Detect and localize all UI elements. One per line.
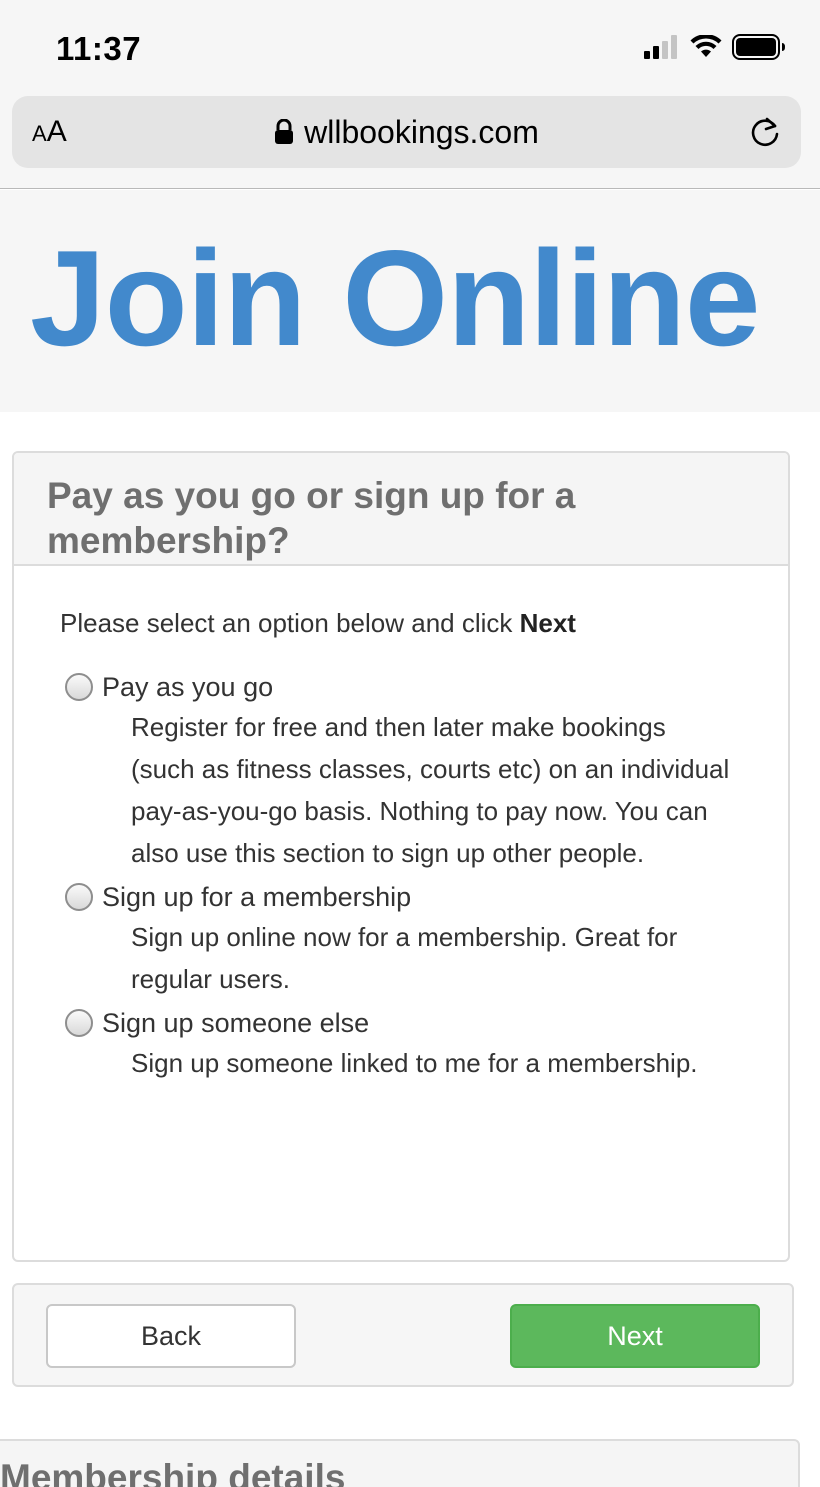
back-button[interactable]: Back <box>46 1304 296 1368</box>
action-bar: Back Next <box>12 1283 794 1387</box>
section-title: Membership details <box>0 1457 346 1487</box>
url-display[interactable]: wllbookings.com <box>12 112 801 152</box>
option-description: Sign up online now for a membership. Gre… <box>131 922 678 994</box>
option-label[interactable]: Sign up someone else <box>102 1004 369 1042</box>
option-label[interactable]: Sign up for a membership <box>102 878 411 916</box>
panel-body: Please select an option below and click … <box>14 566 788 1084</box>
next-button[interactable]: Next <box>510 1304 760 1368</box>
status-icons <box>644 34 786 60</box>
radio-membership[interactable] <box>65 883 93 911</box>
radio-someone-else[interactable] <box>65 1009 93 1037</box>
url-text: wllbookings.com <box>304 114 539 150</box>
instruction-text-main: Please select an option below and click <box>60 608 520 638</box>
instruction-text-bold: Next <box>519 608 576 638</box>
battery-icon <box>732 34 785 60</box>
radio-pay-as-you-go[interactable] <box>65 673 93 701</box>
status-time: 11:37 <box>56 30 142 67</box>
status-bar: 11:37 <box>0 0 820 96</box>
panel-title: Pay as you go or sign up for a membershi… <box>47 475 576 561</box>
option-description: Register for free and then later make bo… <box>131 712 730 868</box>
option-pay-as-you-go: Pay as you go Register for free and then… <box>65 668 742 874</box>
option-someone-else: Sign up someone else Sign up someone lin… <box>65 1004 742 1084</box>
membership-details-panel: Membership details <box>0 1439 800 1487</box>
membership-choice-panel: Pay as you go or sign up for a membershi… <box>12 451 790 1262</box>
option-description: Sign up someone linked to me for a membe… <box>131 1048 698 1078</box>
cellular-signal-icon <box>644 35 677 59</box>
instruction-text: Please select an option below and click … <box>60 606 742 640</box>
option-label[interactable]: Pay as you go <box>102 668 273 706</box>
panel-heading: Pay as you go or sign up for a membershi… <box>14 453 788 566</box>
hero-banner: Join Online <box>0 190 820 412</box>
page-title: Join Online <box>30 222 760 374</box>
reload-icon[interactable] <box>745 112 785 152</box>
lock-icon <box>275 118 294 144</box>
option-membership: Sign up for a membership Sign up online … <box>65 878 742 1000</box>
wifi-icon <box>690 35 722 57</box>
browser-toolbar: AA wllbookings.com <box>0 96 820 189</box>
address-bar[interactable]: AA wllbookings.com <box>12 96 801 168</box>
